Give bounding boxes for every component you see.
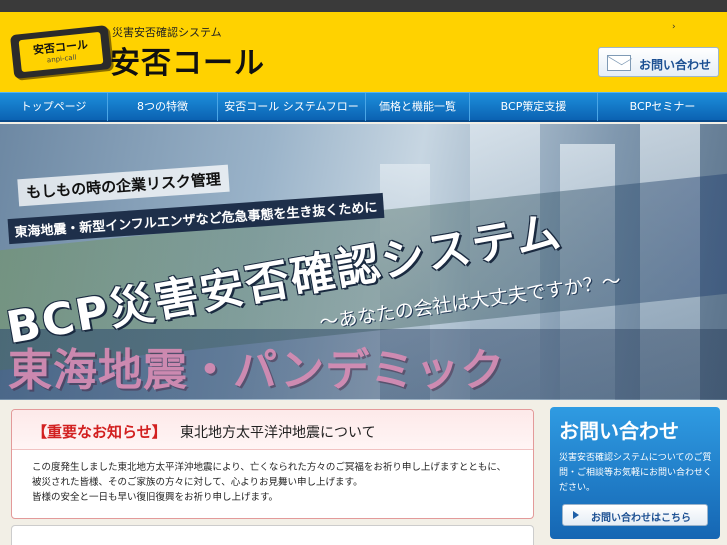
nav-item-bcp-seminar[interactable]: BCPセミナー: [598, 93, 727, 121]
important-notice: 【重要なお知らせ】 東北地方太平洋沖地震について この度発生しました東北地方太平…: [11, 409, 534, 519]
logo-name: 安否コール: [110, 46, 265, 81]
content-panel: [11, 525, 534, 545]
notice-header: 【重要なお知らせ】 東北地方太平洋沖地震について: [12, 410, 533, 450]
nav-item-system-flow[interactable]: 安否コール システムフロー: [218, 93, 366, 121]
notice-line: この度発生しました東北地方太平洋沖地震により、亡くなられた方々のご冥福をお祈り申…: [32, 462, 507, 473]
notice-line: 被災された皆様、そのご家族の方々に対して、心よりお見舞い申し上げます。: [32, 477, 363, 488]
notice-tag: 【重要なお知らせ】: [32, 423, 167, 441]
nav-item-top[interactable]: トップページ: [0, 93, 108, 121]
hero-line1: もしもの時の企業リスク管理: [17, 164, 230, 207]
header-contact-button[interactable]: お問い合わせ: [598, 47, 719, 77]
hero-pink-text: 東海地震・パンデミック: [8, 345, 506, 396]
main-nav: トップページ 8つの特徴 安否コール システムフロー 価格と機能一覧 BCP策定…: [0, 92, 727, 122]
logo-card-icon: 安否コール anpi-call: [9, 24, 113, 80]
sidebar-contact-label: お問い合わせはこちら: [591, 513, 691, 524]
site-logo[interactable]: 安否コール anpi-call 災害安否確認システム 安否コール: [9, 18, 265, 82]
mail-icon: [607, 55, 631, 71]
hero-banner: もしもの時の企業リスク管理 東海地震・新型インフルエンザなど危急事態を生き抜くた…: [0, 124, 727, 400]
nav-item-features[interactable]: 8つの特徴: [108, 93, 218, 121]
sidebar-contact-box: お問い合わせ 災害安否確認システムについてのご質問・ご相談等お気軽にお問い合わせ…: [550, 407, 720, 539]
arrow-right-icon: [573, 511, 579, 519]
top-bar: [0, 0, 727, 12]
nav-item-pricing[interactable]: 価格と機能一覧: [366, 93, 470, 121]
sidebar-title: お問い合わせ: [559, 419, 679, 443]
notice-line: 皆様の安全と一日も早い復旧復興をお祈り申し上げます。: [32, 492, 279, 503]
sidebar-text: 災害安否確認システムについてのご質問・ご相談等お気軽にお問い合わせください。: [559, 453, 713, 493]
header-contact-label: お問い合わせ: [639, 58, 712, 72]
nav-item-bcp-support[interactable]: BCP策定支援: [470, 93, 598, 121]
sidebar-contact-button[interactable]: お問い合わせはこちら: [562, 504, 708, 526]
notice-title: 東北地方太平洋沖地震について: [180, 425, 376, 441]
notice-body: この度発生しました東北地方太平洋沖地震により、亡くなられた方々のご冥福をお祈り申…: [32, 460, 526, 505]
header-arrow-icon[interactable]: ›: [672, 22, 676, 32]
